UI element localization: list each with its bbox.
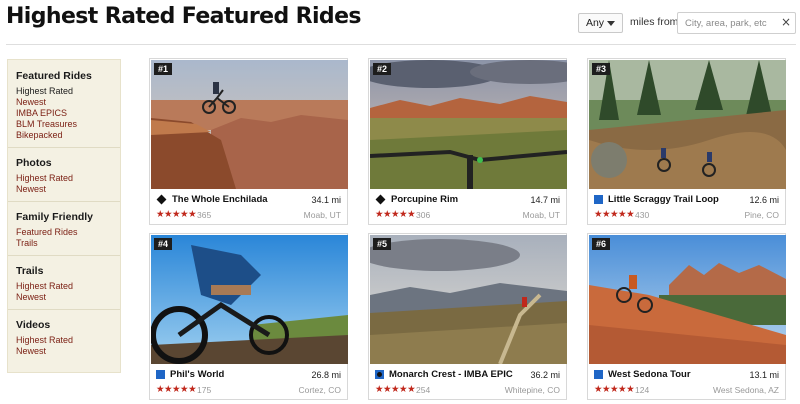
star-rating: ★★★★★ <box>594 384 635 395</box>
ride-name[interactable]: Little Scraggy Trail Loop <box>594 194 744 205</box>
sidebar-link-photos-highest-rated[interactable]: Highest Rated <box>16 173 112 184</box>
review-count: 430 <box>635 210 650 220</box>
sidebar-section-photos: Photos Highest Rated Newest <box>8 157 120 202</box>
sidebar-link-newest[interactable]: Newest <box>16 97 112 108</box>
sidebar-heading: Family Friendly <box>16 211 94 223</box>
sidebar-section-featured-rides: Featured Rides Highest Rated Newest IMBA… <box>8 70 120 148</box>
ride-card[interactable]: #2 Porcupine Rim 14.7 mi ★★★★★ 306 Moab,… <box>368 58 567 225</box>
ride-photo[interactable]: #4 <box>151 235 348 364</box>
black-diamond-icon <box>375 194 386 205</box>
ride-distance: 36.2 mi <box>530 370 560 380</box>
sidebar-heading: Featured Rides <box>16 70 92 82</box>
review-count: 365 <box>197 210 212 220</box>
sidebar: Featured Rides Highest Rated Newest IMBA… <box>7 59 121 373</box>
sidebar-heading: Videos <box>16 319 51 331</box>
ride-location: Moab, UT <box>522 210 560 220</box>
distance-select[interactable]: Any <box>578 13 623 33</box>
ride-card[interactable]: #4 Phil's World 26.8 mi ★★★★★ 175 Cortez… <box>149 233 348 400</box>
review-count: 306 <box>416 210 431 220</box>
rank-badge: #5 <box>373 238 392 250</box>
review-count: 254 <box>416 385 431 395</box>
ride-location: Cortez, CO <box>298 385 341 395</box>
sidebar-link-trails-highest-rated[interactable]: Highest Rated <box>16 281 112 292</box>
ride-name[interactable]: Monarch Crest - IMBA EPIC <box>375 369 525 380</box>
ride-distance: 34.1 mi <box>311 195 341 205</box>
star-rating: ★★★★★ <box>156 384 197 395</box>
ride-photo[interactable]: #2 <box>370 60 567 189</box>
sidebar-section-videos: Videos Highest Rated Newest <box>8 319 120 363</box>
ride-location: Pine, CO <box>744 210 780 220</box>
blue-black-icon <box>375 370 384 379</box>
rank-badge: #2 <box>373 63 392 75</box>
star-rating: ★★★★★ <box>156 209 197 220</box>
rank-badge: #6 <box>592 238 611 250</box>
star-rating: ★★★★★ <box>594 209 635 220</box>
ride-name[interactable]: The Whole Enchilada <box>156 194 306 205</box>
ride-card[interactable]: #6 West Sedona Tour 13.1 mi ★★★★★ 124 We… <box>587 233 786 400</box>
rank-badge: #3 <box>592 63 611 75</box>
ride-name[interactable]: West Sedona Tour <box>594 369 744 380</box>
blue-square-icon <box>594 195 603 204</box>
rank-badge: #1 <box>154 63 173 75</box>
sidebar-link-imba-epics[interactable]: IMBA EPICS <box>16 108 112 119</box>
page-title: Highest Rated Featured Rides <box>6 4 362 29</box>
ride-distance: 26.8 mi <box>311 370 341 380</box>
location-search-input[interactable] <box>678 13 778 33</box>
clear-icon[interactable]: × <box>781 15 791 29</box>
sidebar-link-blm-treasures[interactable]: BLM Treasures <box>16 119 112 130</box>
ride-card[interactable]: #3 Little Scraggy Trail Loop 12.6 mi ★★★… <box>587 58 786 225</box>
ride-name[interactable]: Porcupine Rim <box>375 194 525 205</box>
ride-card[interactable]: #5 Monarch Crest - IMBA EPIC 36.2 mi ★★★… <box>368 233 567 400</box>
sidebar-heading: Photos <box>16 157 52 169</box>
ride-distance: 14.7 mi <box>530 195 560 205</box>
review-count: 124 <box>635 385 650 395</box>
sidebar-section-trails: Trails Highest Rated Newest <box>8 265 120 310</box>
sidebar-section-family-friendly: Family Friendly Featured Rides Trails <box>8 211 120 256</box>
star-rating: ★★★★★ <box>375 384 416 395</box>
distance-select-value: Any <box>585 17 605 29</box>
sidebar-link-trails-newest[interactable]: Newest <box>16 292 112 303</box>
ride-name[interactable]: Phil's World <box>156 369 306 380</box>
sidebar-link-videos-newest[interactable]: Newest <box>16 346 112 357</box>
ride-location: Moab, UT <box>303 210 341 220</box>
caret-down-icon <box>607 20 616 26</box>
review-count: 175 <box>197 385 212 395</box>
header-divider <box>6 44 796 45</box>
sidebar-link-videos-highest-rated[interactable]: Highest Rated <box>16 335 112 346</box>
sidebar-heading: Trails <box>16 265 44 277</box>
ride-photo[interactable]: #3 <box>589 60 786 189</box>
ride-photo[interactable]: #5 <box>370 235 567 364</box>
ride-location: West Sedona, AZ <box>713 385 779 395</box>
sidebar-link-bikepacked[interactable]: Bikepacked <box>16 130 112 141</box>
rank-badge: #4 <box>154 238 173 250</box>
miles-from-label: miles from <box>630 16 679 28</box>
ride-card[interactable]: #1 The Whole Enchilada 34.1 mi ★★★★★ 365… <box>149 58 348 225</box>
location-search-box: × <box>677 12 796 34</box>
ride-photo[interactable]: #6 <box>589 235 786 364</box>
ride-location: Whitepine, CO <box>504 385 560 395</box>
ride-photo[interactable]: #1 <box>151 60 348 189</box>
ride-distance: 13.1 mi <box>749 370 779 380</box>
sidebar-link-photos-newest[interactable]: Newest <box>16 184 112 195</box>
star-rating: ★★★★★ <box>375 209 416 220</box>
sidebar-link-highest-rated[interactable]: Highest Rated <box>16 86 112 97</box>
blue-square-icon <box>594 370 603 379</box>
blue-square-icon <box>156 370 165 379</box>
ride-distance: 12.6 mi <box>749 195 779 205</box>
sidebar-link-family-trails[interactable]: Trails <box>16 238 112 249</box>
sidebar-link-family-featured-rides[interactable]: Featured Rides <box>16 227 112 238</box>
black-diamond-icon <box>156 194 167 205</box>
